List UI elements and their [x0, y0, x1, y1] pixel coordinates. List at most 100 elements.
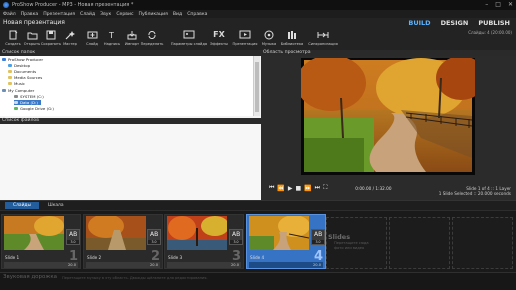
- effects-button[interactable]: FX Эффекты: [208, 30, 230, 49]
- skip-start-icon[interactable]: ⏮: [269, 184, 274, 192]
- tree-item-data-drive[interactable]: Data (D:): [14, 100, 41, 105]
- tree-item-media-sources[interactable]: Media Sources: [8, 75, 42, 80]
- slide-thumbnail: [249, 215, 310, 250]
- caption-button[interactable]: T Надпись: [101, 30, 123, 49]
- sync-button[interactable]: Синхронизация: [308, 30, 338, 49]
- tab-slides[interactable]: Слайды: [5, 202, 39, 209]
- music-button[interactable]: Музыка: [258, 30, 280, 49]
- soundtrack-area[interactable]: [0, 272, 516, 290]
- effects-icon: FX: [213, 30, 225, 39]
- slide-duration[interactable]: 20.0: [86, 262, 160, 268]
- preview-image: [296, 55, 486, 175]
- rewind-icon[interactable]: ⏪: [277, 185, 284, 192]
- library-label: Библиотека: [280, 42, 304, 46]
- tree-item-desktop[interactable]: Desktop: [8, 63, 30, 68]
- tree-item-my-computer[interactable]: My Computer: [2, 88, 34, 93]
- menu-file[interactable]: Файл: [3, 12, 16, 17]
- folder-icon: [8, 70, 12, 73]
- selection-info: 1 Slide Selected :: 20.000 seconds: [438, 191, 511, 196]
- slide-options-label: Параметры слайда: [170, 42, 208, 46]
- maximize-button[interactable]: □: [495, 1, 501, 8]
- transition-button[interactable]: AB 3.0: [66, 229, 80, 245]
- soundtrack-hint: Перетащите музыку в эту область. Дважды …: [62, 276, 208, 280]
- close-button[interactable]: ✕: [508, 1, 513, 8]
- library-icon: [285, 30, 299, 40]
- tab-timeline[interactable]: Шкала: [40, 202, 72, 209]
- fast-forward-icon[interactable]: ⏩: [304, 185, 311, 192]
- library-button[interactable]: Библиотека: [280, 30, 304, 49]
- menu-publish[interactable]: Публикация: [138, 12, 167, 17]
- mode-switcher: BUILD DESIGN PUBLISH: [408, 19, 510, 27]
- tree-item-label: Documents: [14, 69, 37, 74]
- transition-icon: AB: [150, 231, 159, 238]
- menu-slide[interactable]: Слайд: [80, 12, 95, 17]
- fullscreen-icon[interactable]: ⛶: [323, 184, 327, 192]
- slide-duration[interactable]: 20.0: [167, 262, 241, 268]
- window-title: ProShow Producer - MP3 - Новая презентац…: [12, 2, 134, 8]
- stop-icon[interactable]: ■: [296, 185, 302, 192]
- slide-duration[interactable]: 20.0: [249, 262, 323, 268]
- menu-help[interactable]: Справка: [187, 12, 207, 17]
- transition-button[interactable]: AB 3.0: [229, 229, 243, 245]
- slide-label: Slide 3: [168, 255, 183, 260]
- menu-tools[interactable]: Сервис: [116, 12, 133, 17]
- slide-options-icon: [182, 30, 196, 40]
- tree-item-label: ProShow Producer: [8, 57, 44, 62]
- slide-options-button[interactable]: Параметры слайда: [170, 30, 208, 49]
- empty-slide-slot[interactable]: [389, 217, 450, 269]
- menu-view[interactable]: Вид: [173, 12, 182, 17]
- folder-tree-scrollbar[interactable]: [253, 56, 260, 116]
- menu-audio[interactable]: Звук: [100, 12, 111, 17]
- transition-button[interactable]: AB 3.0: [311, 229, 325, 245]
- tree-item-label: Google Drive (G:): [20, 106, 54, 111]
- slide-label: Слайд: [86, 42, 98, 46]
- new-label: Создать: [5, 42, 21, 46]
- play-icon[interactable]: ▶: [288, 185, 293, 192]
- new-icon: [6, 30, 20, 40]
- tree-item-label: My Computer: [8, 88, 35, 93]
- mode-publish[interactable]: PUBLISH: [478, 19, 510, 27]
- skip-end-icon[interactable]: ⏭: [315, 184, 320, 192]
- show-options-button[interactable]: Презентация: [232, 30, 258, 49]
- music-label: Музыка: [261, 42, 277, 46]
- folder-tree[interactable]: ProShow Producer Desktop Documents Media…: [0, 56, 253, 116]
- slide-duration[interactable]: 20.0: [4, 262, 78, 268]
- transition-button[interactable]: AB 3.0: [147, 229, 161, 245]
- remix-label: Переделать: [140, 42, 164, 46]
- menu-show[interactable]: Презентация: [43, 12, 75, 17]
- empty-slot-hint: Перетащите сюда фото или видео: [334, 241, 369, 250]
- transition-duration: 3.0: [148, 240, 160, 244]
- empty-slot-title: Slides: [328, 233, 351, 241]
- import-button[interactable]: Импорт: [121, 30, 143, 49]
- preview-slide-info: Slide 1 of 4 :: 1 Layer 1 Slide Selected…: [439, 186, 511, 196]
- mode-build[interactable]: BUILD: [408, 19, 430, 27]
- minimize-button[interactable]: –: [485, 1, 488, 8]
- tree-item-label: SYSTEM (C:): [20, 94, 44, 99]
- open-label: Открыть: [23, 42, 41, 46]
- computer-icon: [2, 89, 6, 92]
- slides-count: Слайды: 4 (20:00.00): [468, 30, 512, 35]
- scrollbar-thumb[interactable]: [255, 62, 259, 112]
- slide-thumbnail: [4, 216, 64, 250]
- slide-thumbnail: [167, 216, 229, 250]
- slide-thumbnail: [86, 214, 146, 250]
- tree-item-producer[interactable]: ProShow Producer: [2, 57, 43, 62]
- tree-item-system-drive[interactable]: SYSTEM (C:): [14, 94, 44, 99]
- remix-button[interactable]: Переделать: [141, 30, 163, 49]
- show-options-icon: [238, 30, 252, 40]
- app-folder-icon: [2, 58, 6, 61]
- caption-icon: T: [105, 30, 119, 40]
- empty-slide-slot[interactable]: [452, 217, 513, 269]
- wizard-button[interactable]: Мастер: [59, 30, 81, 49]
- transition-duration: 3.0: [230, 240, 242, 244]
- app-logo-icon: [3, 2, 9, 8]
- tree-item-google-drive[interactable]: Google Drive (G:): [14, 106, 54, 111]
- mode-design[interactable]: DESIGN: [441, 19, 469, 27]
- transition-duration: 3.0: [312, 240, 324, 244]
- tree-item-documents[interactable]: Documents: [8, 69, 36, 74]
- menu-edit[interactable]: Правка: [21, 12, 38, 17]
- tree-item-music[interactable]: Music: [8, 81, 25, 86]
- add-slide-button[interactable]: Слайд: [81, 30, 103, 49]
- open-folder-icon: [25, 30, 39, 40]
- file-list[interactable]: [0, 124, 261, 200]
